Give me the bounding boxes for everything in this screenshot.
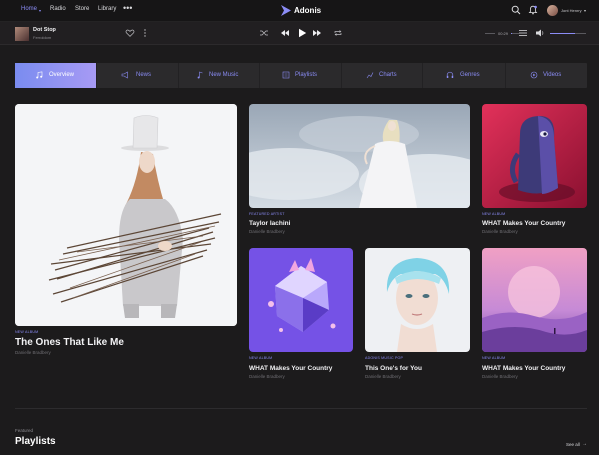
player-bar: Dot Stop Ferroldom 00:29 bbox=[0, 22, 599, 45]
nav-store[interactable]: Store bbox=[75, 6, 89, 12]
card-artist[interactable]: Danielle Bradbery bbox=[15, 350, 51, 355]
card-kicker: New Album bbox=[249, 356, 273, 360]
tab-videos[interactable]: Videos bbox=[506, 63, 587, 88]
tab-label: News bbox=[136, 72, 152, 78]
tab-label: Overview bbox=[49, 72, 75, 78]
tab-genres[interactable]: Genres bbox=[423, 63, 506, 88]
card-artist[interactable]: Danielle Bradbery bbox=[249, 229, 285, 234]
card-title[interactable]: WHAT Makes Your Country bbox=[249, 365, 332, 372]
card-title[interactable]: Taylor Iachini bbox=[249, 220, 290, 227]
megaphone-icon bbox=[121, 71, 128, 79]
card-kicker: New Album bbox=[482, 212, 506, 216]
user-name[interactable]: Jont Henrry bbox=[561, 8, 582, 13]
tab-label: Videos bbox=[543, 72, 562, 78]
crystal-shapes-image bbox=[249, 248, 353, 352]
logo-icon bbox=[281, 5, 291, 16]
card-title[interactable]: This One's for You bbox=[365, 365, 422, 372]
album-cover-purple[interactable] bbox=[249, 248, 353, 352]
next-icon[interactable] bbox=[312, 28, 322, 38]
arrow-right-icon[interactable]: → bbox=[582, 441, 587, 447]
shuffle-icon[interactable] bbox=[259, 28, 269, 38]
section-title: Playlists bbox=[15, 436, 56, 447]
logo[interactable]: Adonis bbox=[281, 4, 341, 18]
section-kicker: Featured bbox=[15, 428, 34, 433]
card-title[interactable]: WHAT Makes Your Country bbox=[482, 365, 565, 372]
track-title[interactable]: Dot Stop bbox=[33, 27, 56, 33]
album-cover-blue[interactable] bbox=[365, 248, 470, 352]
section-divider bbox=[15, 408, 587, 409]
avatar[interactable] bbox=[547, 5, 558, 16]
volume-fill bbox=[550, 33, 576, 34]
card-kicker: New Album bbox=[15, 330, 39, 334]
search-icon[interactable] bbox=[511, 5, 521, 15]
album-cover-main[interactable] bbox=[15, 104, 237, 326]
play-icon[interactable] bbox=[296, 27, 308, 39]
volume-icon[interactable] bbox=[535, 28, 545, 38]
volume-slider[interactable] bbox=[550, 33, 586, 34]
tab-playlists[interactable]: Playlists bbox=[260, 63, 342, 88]
playlist-icon bbox=[282, 71, 290, 79]
logo-text: Adonis bbox=[294, 6, 322, 15]
card-kicker: New Album bbox=[482, 356, 506, 360]
top-navigation: Home ▾ Radio Store Library ••• Adonis Jo… bbox=[0, 0, 599, 22]
repeat-icon[interactable] bbox=[333, 28, 343, 38]
card-title[interactable]: WHAT Makes Your Country bbox=[482, 220, 565, 227]
tab-new-music[interactable]: New Music bbox=[179, 63, 260, 88]
more-vertical-icon[interactable] bbox=[140, 28, 150, 38]
card-kicker: Featured Artist bbox=[249, 212, 285, 216]
more-menu-button[interactable]: ••• bbox=[123, 3, 132, 13]
progress-track-left[interactable] bbox=[485, 33, 495, 34]
queue-icon[interactable] bbox=[518, 28, 528, 38]
card-artist[interactable]: Danielle Bradbery bbox=[482, 229, 518, 234]
woman-in-clouds-image bbox=[249, 104, 470, 208]
woman-with-branches-image bbox=[15, 104, 237, 326]
tab-label: Playlists bbox=[295, 72, 318, 78]
chevron-down-icon[interactable]: ▾ bbox=[39, 8, 41, 13]
heart-icon[interactable] bbox=[125, 28, 135, 38]
chart-icon bbox=[366, 72, 374, 79]
tab-charts[interactable]: Charts bbox=[342, 63, 423, 88]
headphones-icon bbox=[446, 71, 454, 78]
current-time: 00:29 bbox=[498, 31, 509, 36]
nav-home[interactable]: Home bbox=[21, 6, 37, 12]
track-artist[interactable]: Ferroldom bbox=[33, 35, 51, 40]
pink-landscape-image bbox=[482, 248, 587, 352]
tab-overview[interactable]: Overview bbox=[15, 63, 97, 88]
featured-artist-image[interactable] bbox=[249, 104, 470, 208]
album-cover-red[interactable] bbox=[482, 104, 587, 208]
album-cover-pink[interactable] bbox=[482, 248, 587, 352]
bell-icon[interactable] bbox=[528, 5, 538, 15]
card-artist[interactable]: Danielle Bradbery bbox=[249, 374, 285, 379]
tab-label: Charts bbox=[379, 72, 397, 78]
music-note-icon bbox=[197, 71, 203, 79]
red-character-image bbox=[482, 104, 587, 208]
nav-library[interactable]: Library bbox=[98, 6, 116, 12]
chevron-down-icon[interactable]: ▾ bbox=[584, 8, 586, 13]
music-note-icon bbox=[36, 71, 43, 79]
category-tabs: Overview News New Music Playlists Charts bbox=[15, 63, 587, 88]
card-kicker: Adonis Music Pop bbox=[365, 356, 404, 360]
now-playing-cover[interactable] bbox=[15, 27, 29, 41]
see-all-link[interactable]: See all bbox=[566, 442, 580, 447]
blue-hair-portrait-image bbox=[365, 248, 470, 352]
card-title[interactable]: The Ones That Like Me bbox=[15, 337, 124, 348]
previous-icon[interactable] bbox=[280, 28, 290, 38]
card-artist[interactable]: Danielle Bradbery bbox=[482, 374, 518, 379]
tab-label: New Music bbox=[209, 72, 239, 78]
card-artist[interactable]: Danielle Bradbery bbox=[365, 374, 401, 379]
tab-label: Genres bbox=[460, 72, 480, 78]
nav-radio[interactable]: Radio bbox=[50, 6, 66, 12]
video-icon bbox=[530, 71, 538, 79]
tab-news[interactable]: News bbox=[97, 63, 179, 88]
